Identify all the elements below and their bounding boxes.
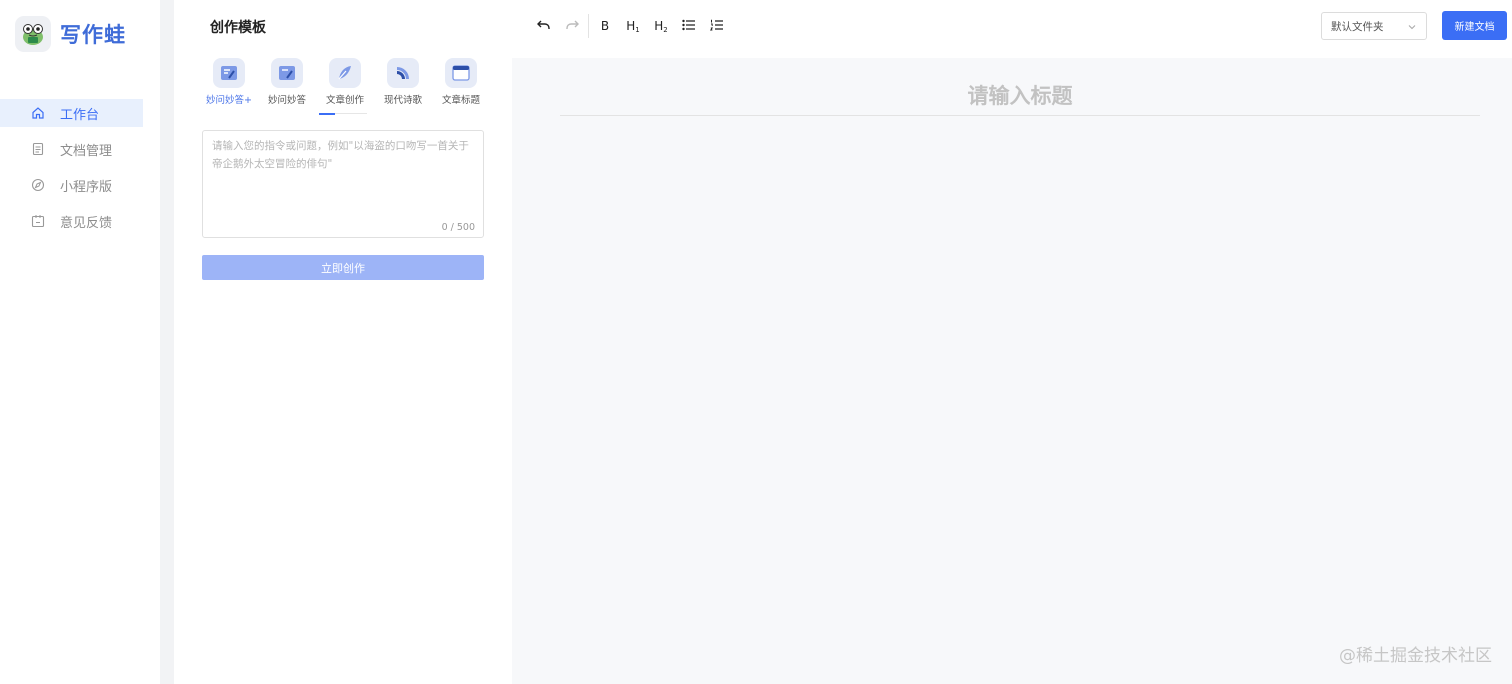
folder-select-value: 默认文件夹 bbox=[1331, 20, 1384, 33]
tab-headline[interactable]: 文章标题 bbox=[432, 58, 490, 106]
bullet-list-button[interactable] bbox=[675, 14, 703, 38]
feedback-icon bbox=[31, 214, 45, 228]
watermark: @稀土掘金技术社区 bbox=[1339, 646, 1492, 666]
heading2-letter: H bbox=[654, 18, 664, 33]
new-document-button[interactable]: 新建文档 bbox=[1442, 11, 1507, 40]
sidebar-nav: 工作台 文档管理 小程序版 意见反馈 bbox=[0, 99, 160, 243]
active-tab-indicator bbox=[319, 113, 335, 115]
ordered-list-button[interactable] bbox=[703, 14, 731, 38]
undo-button[interactable] bbox=[530, 14, 558, 38]
app-root: 写作蛙 工作台 文档管理 小程序版 意见反馈 创作模板 妙问妙答+ 妙问妙答 文… bbox=[0, 0, 1512, 684]
sidebar-item-label: 文档管理 bbox=[60, 143, 113, 159]
window-icon bbox=[445, 58, 477, 88]
heading1-label: H1 bbox=[626, 19, 640, 34]
tab-label: 文章创作 bbox=[325, 95, 364, 106]
compass-icon bbox=[31, 178, 45, 192]
undo-icon bbox=[537, 19, 551, 34]
sidebar-item-label: 小程序版 bbox=[60, 179, 113, 195]
toolbar-divider bbox=[588, 14, 589, 38]
bold-label: B bbox=[600, 19, 610, 33]
panel-title: 创作模板 bbox=[210, 20, 266, 36]
heading1-button[interactable]: H1 bbox=[619, 14, 647, 38]
tab-divider bbox=[335, 113, 367, 114]
ordered-list-icon bbox=[709, 19, 724, 34]
heading2-level: 2 bbox=[663, 25, 668, 34]
tab-label: 妙问妙答+ bbox=[206, 95, 252, 106]
logo[interactable]: 写作蛙 bbox=[15, 16, 126, 52]
home-icon bbox=[31, 106, 45, 120]
tab-poetry[interactable]: 现代诗歌 bbox=[374, 58, 432, 106]
redo-icon bbox=[565, 19, 579, 34]
redo-button[interactable] bbox=[558, 14, 586, 38]
tab-qa-plus[interactable]: 妙问妙答+ bbox=[200, 58, 258, 106]
frog-logo-icon bbox=[15, 16, 51, 52]
qa-icon bbox=[271, 58, 303, 88]
tab-qa[interactable]: 妙问妙答 bbox=[258, 58, 316, 106]
bullet-list-icon bbox=[682, 19, 696, 34]
title-input[interactable] bbox=[560, 76, 1480, 116]
tab-label: 现代诗歌 bbox=[383, 95, 422, 106]
feather-icon bbox=[329, 58, 361, 88]
sidebar-item-workbench[interactable]: 工作台 bbox=[0, 99, 143, 127]
create-now-button[interactable]: 立即创作 bbox=[202, 255, 484, 280]
template-panel: 创作模板 妙问妙答+ 妙问妙答 文章创作 现代诗歌 文章标题 请输入您的指令或问… bbox=[174, 0, 512, 684]
prompt-box: 0 / 500 bbox=[202, 130, 484, 238]
sidebar-item-feedback[interactable]: 意见反馈 bbox=[0, 207, 143, 235]
folder-select[interactable]: 默认文件夹 bbox=[1321, 12, 1427, 40]
sidebar-separator bbox=[160, 0, 174, 684]
sidebar-item-miniprogram[interactable]: 小程序版 bbox=[0, 171, 143, 199]
char-counter: 0 / 500 bbox=[441, 222, 475, 233]
chevron-down-icon bbox=[1407, 22, 1417, 35]
heading2-label: H2 bbox=[654, 19, 668, 34]
tab-label: 文章标题 bbox=[441, 95, 480, 106]
heading1-level: 1 bbox=[635, 25, 640, 34]
sidebar-item-label: 工作台 bbox=[60, 107, 100, 123]
sidebar-item-label: 意见反馈 bbox=[60, 215, 113, 231]
editor-toolbar: B H1 H2 bbox=[530, 14, 731, 38]
document-icon bbox=[31, 142, 45, 156]
tab-label: 妙问妙答 bbox=[267, 95, 306, 106]
tab-article[interactable]: 文章创作 bbox=[316, 58, 374, 106]
editor-area: @稀土掘金技术社区 bbox=[512, 58, 1512, 684]
heading2-button[interactable]: H2 bbox=[647, 14, 675, 38]
fan-icon bbox=[387, 58, 419, 88]
template-tabs: 妙问妙答+ 妙问妙答 文章创作 现代诗歌 文章标题 bbox=[200, 58, 490, 106]
prompt-input[interactable] bbox=[203, 131, 483, 217]
heading1-letter: H bbox=[626, 18, 636, 33]
qa-plus-icon bbox=[213, 58, 245, 88]
bold-button[interactable]: B bbox=[591, 14, 619, 38]
sidebar: 写作蛙 工作台 文档管理 小程序版 意见反馈 bbox=[0, 0, 160, 684]
sidebar-item-documents[interactable]: 文档管理 bbox=[0, 135, 143, 163]
app-name: 写作蛙 bbox=[60, 23, 126, 47]
